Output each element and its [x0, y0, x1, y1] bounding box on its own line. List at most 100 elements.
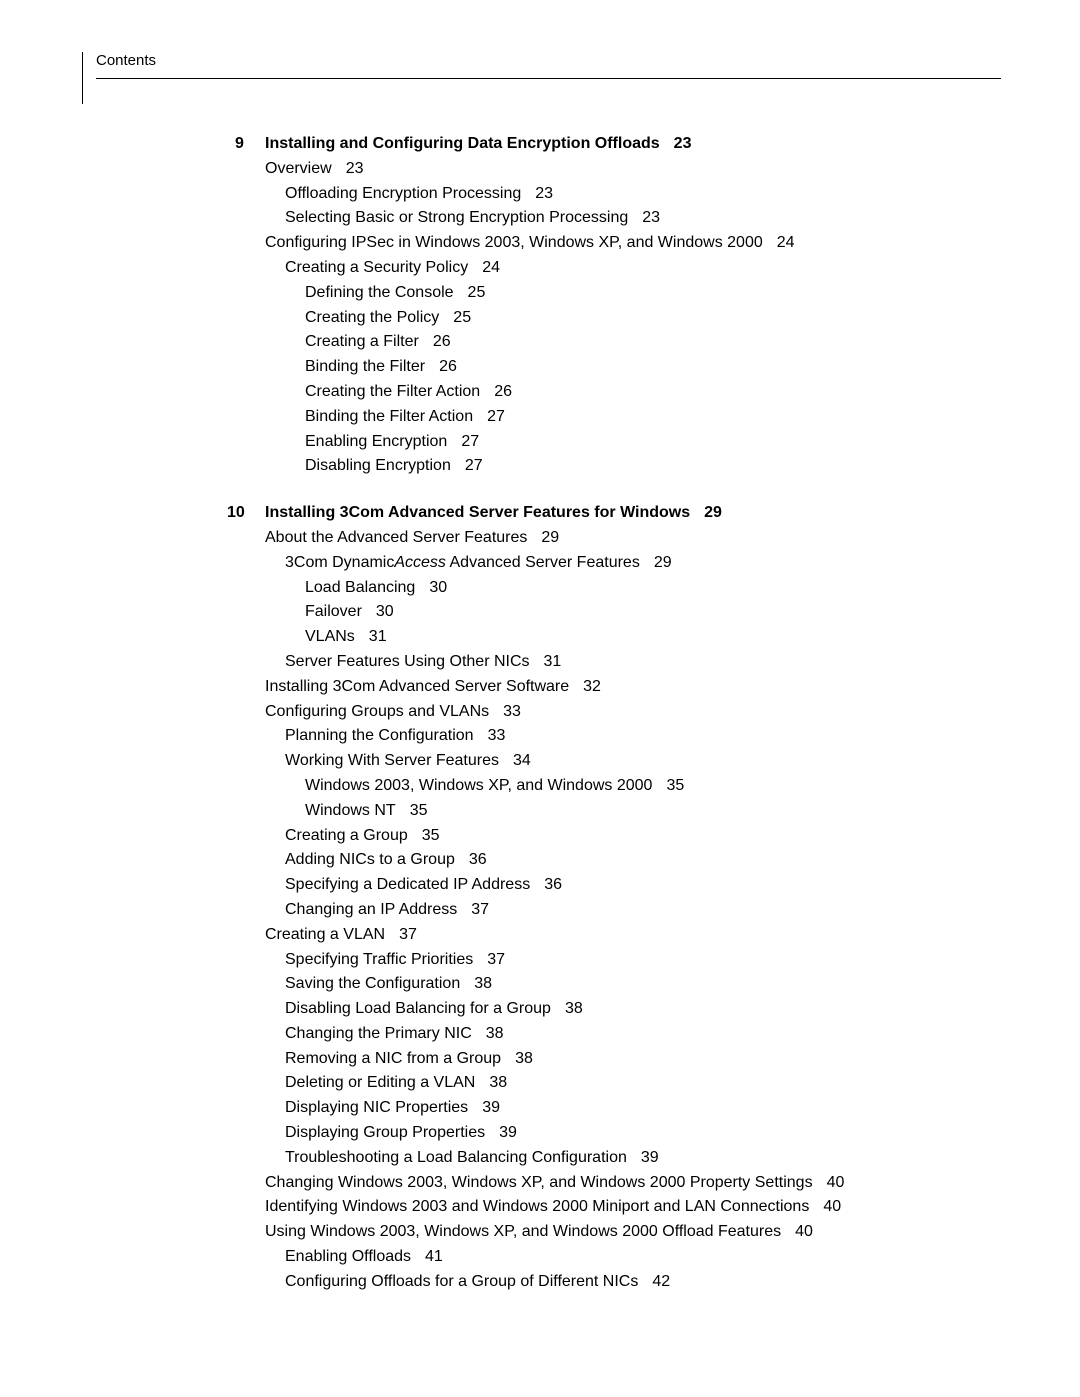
toc-entry-text: Planning the Configuration — [285, 727, 474, 744]
toc-page-number: 27 — [461, 433, 479, 450]
toc-entry-text: Specifying Traffic Priorities — [285, 951, 473, 968]
toc-page-number: 35 — [666, 777, 684, 794]
toc-page-number: 30 — [376, 603, 394, 620]
toc-entry: Creating a VLAN 37 — [265, 923, 1025, 948]
toc-chapter-number: 10 — [227, 501, 245, 526]
toc-entry: Enabling Offloads 41 — [285, 1245, 1025, 1270]
toc-page-number: 26 — [433, 333, 451, 350]
toc-content: 9 Installing and Configuring Data Encryp… — [265, 126, 1025, 1295]
toc-entry-text: Selecting Basic or Strong Encryption Pro… — [285, 209, 628, 226]
toc-entry-text: Creating the Policy — [305, 309, 439, 326]
toc-entry: VLANs31 — [305, 625, 1025, 650]
toc-entry: Server Features Using Other NICs 31 — [285, 650, 1025, 675]
toc-entry: Displaying Group Properties39 — [285, 1121, 1025, 1146]
toc-entry: Failover 30 — [305, 600, 1025, 625]
toc-page-number: 29 — [654, 554, 672, 571]
toc-entry: Load Balancing30 — [305, 576, 1025, 601]
toc-entry: Offloading Encryption Processing 23 — [285, 182, 1025, 207]
toc-page-number: 33 — [488, 727, 506, 744]
toc-entry: Changing the Primary NIC38 — [285, 1022, 1025, 1047]
toc-entry-text: Configuring Offloads for a Group of Diff… — [285, 1273, 638, 1290]
toc-entry-text: Enabling Offloads — [285, 1248, 411, 1265]
toc-page-number: 24 — [482, 259, 500, 276]
toc-page-number: 29 — [704, 504, 722, 521]
toc-page-number: 31 — [544, 653, 562, 670]
toc-entry-text: Windows NT — [305, 802, 396, 819]
toc-entry-text: Creating a Filter — [305, 333, 419, 350]
toc-entry-text: Installing 3Com Advanced Server Software — [265, 678, 569, 695]
toc-entry-text: About the Advanced Server Features — [265, 529, 527, 546]
toc-entry-text: Overview — [265, 160, 332, 177]
toc-chapter-title-entry: Installing and Configuring Data Encrypti… — [265, 132, 691, 157]
toc-entry-text: Enabling Encryption — [305, 433, 447, 450]
toc-entry-text: Configuring IPSec in Windows 2003, Windo… — [265, 234, 763, 251]
toc-entry: Specifying a Dedicated IP Address36 — [285, 873, 1025, 898]
toc-entry-text: Failover — [305, 603, 362, 620]
toc-entry-text: Working With Server Features — [285, 752, 499, 769]
toc-entry-text: Deleting or Editing a VLAN — [285, 1074, 475, 1091]
toc-page-number: 38 — [565, 1000, 583, 1017]
toc-page-number: 38 — [486, 1025, 504, 1042]
toc-entry-text: Creating a VLAN — [265, 926, 385, 943]
toc-chapter-row: 10 Installing 3Com Advanced Server Featu… — [265, 501, 1025, 526]
toc-entry: 3Com DynamicAccess Advanced Server Featu… — [285, 551, 1025, 576]
toc-entry: Adding NICs to a Group36 — [285, 848, 1025, 873]
header-contents-label: Contents — [96, 52, 156, 69]
toc-page-number: 42 — [652, 1273, 670, 1290]
toc-entry-text: Adding NICs to a Group — [285, 851, 455, 868]
toc-entry-text: Troubleshooting a Load Balancing Configu… — [285, 1149, 627, 1166]
toc-page-number: 38 — [489, 1074, 507, 1091]
toc-entry-text: Load Balancing — [305, 579, 415, 596]
toc-page-number: 29 — [541, 529, 559, 546]
toc-entry: Selecting Basic or Strong Encryption Pro… — [285, 206, 1025, 231]
toc-page-number: 37 — [487, 951, 505, 968]
header-side-rule — [82, 52, 83, 104]
toc-entry: Configuring IPSec in Windows 2003, Windo… — [265, 231, 1025, 256]
toc-page-number: 39 — [641, 1149, 659, 1166]
toc-entry-text: Displaying NIC Properties — [285, 1099, 468, 1116]
toc-entry-text: VLANs — [305, 628, 355, 645]
toc-entry: Identifying Windows 2003 and Windows 200… — [265, 1195, 1025, 1220]
toc-entry: Binding the Filter26 — [305, 355, 1025, 380]
toc-entry-text: Disabling Encryption — [305, 457, 451, 474]
toc-entry-text: Removing a NIC from a Group — [285, 1050, 501, 1067]
toc-entry: Displaying NIC Properties39 — [285, 1096, 1025, 1121]
page: Contents 9 Installing and Configuring Da… — [0, 0, 1080, 1397]
toc-entry-text: Saving the Configuration — [285, 975, 460, 992]
toc-page-number: 35 — [422, 827, 440, 844]
toc-page-number: 27 — [487, 408, 505, 425]
toc-entry-text: Displaying Group Properties — [285, 1124, 485, 1141]
toc-entry: Deleting or Editing a VLAN 38 — [285, 1071, 1025, 1096]
toc-page-number: 23 — [535, 185, 553, 202]
toc-page-number: 33 — [503, 703, 521, 720]
toc-page-number: 37 — [399, 926, 417, 943]
toc-entry: Removing a NIC from a Group 38 — [285, 1047, 1025, 1072]
toc-page-number: 25 — [453, 309, 471, 326]
toc-page-number: 25 — [468, 284, 486, 301]
toc-page-number: 26 — [439, 358, 457, 375]
toc-entry-text: Offloading Encryption Processing — [285, 185, 521, 202]
toc-entry: Enabling Encryption 27 — [305, 430, 1025, 455]
toc-entry-text: Changing an IP Address — [285, 901, 457, 918]
toc-page-number: 41 — [425, 1248, 443, 1265]
toc-page-number: 40 — [827, 1174, 845, 1191]
toc-page-number: 40 — [823, 1198, 841, 1215]
toc-page-number: 27 — [465, 457, 483, 474]
toc-entry-text: Using Windows 2003, Windows XP, and Wind… — [265, 1223, 781, 1240]
toc-chapter-title-entry: Installing 3Com Advanced Server Features… — [265, 501, 722, 526]
toc-entry-text: Defining the Console — [305, 284, 454, 301]
toc-entry: Saving the Configuration38 — [285, 972, 1025, 997]
toc-entry: Configuring Offloads for a Group of Diff… — [285, 1270, 1025, 1295]
toc-entry: Changing Windows 2003, Windows XP, and W… — [265, 1171, 1025, 1196]
toc-page-number: 23 — [674, 135, 692, 152]
toc-entry-text: Creating a Group — [285, 827, 408, 844]
toc-entry-text: Creating a Security Policy — [285, 259, 468, 276]
toc-entry: Windows NT35 — [305, 799, 1025, 824]
toc-entry-text: Specifying a Dedicated IP Address — [285, 876, 530, 893]
toc-page-number: 32 — [583, 678, 601, 695]
toc-entry-text: 3Com DynamicAccess Advanced Server Featu… — [285, 554, 640, 571]
toc-page-number: 38 — [515, 1050, 533, 1067]
toc-entry-text: Server Features Using Other NICs — [285, 653, 530, 670]
toc-entry: Specifying Traffic Priorities 37 — [285, 948, 1025, 973]
toc-entry-text: Disabling Load Balancing for a Group — [285, 1000, 551, 1017]
